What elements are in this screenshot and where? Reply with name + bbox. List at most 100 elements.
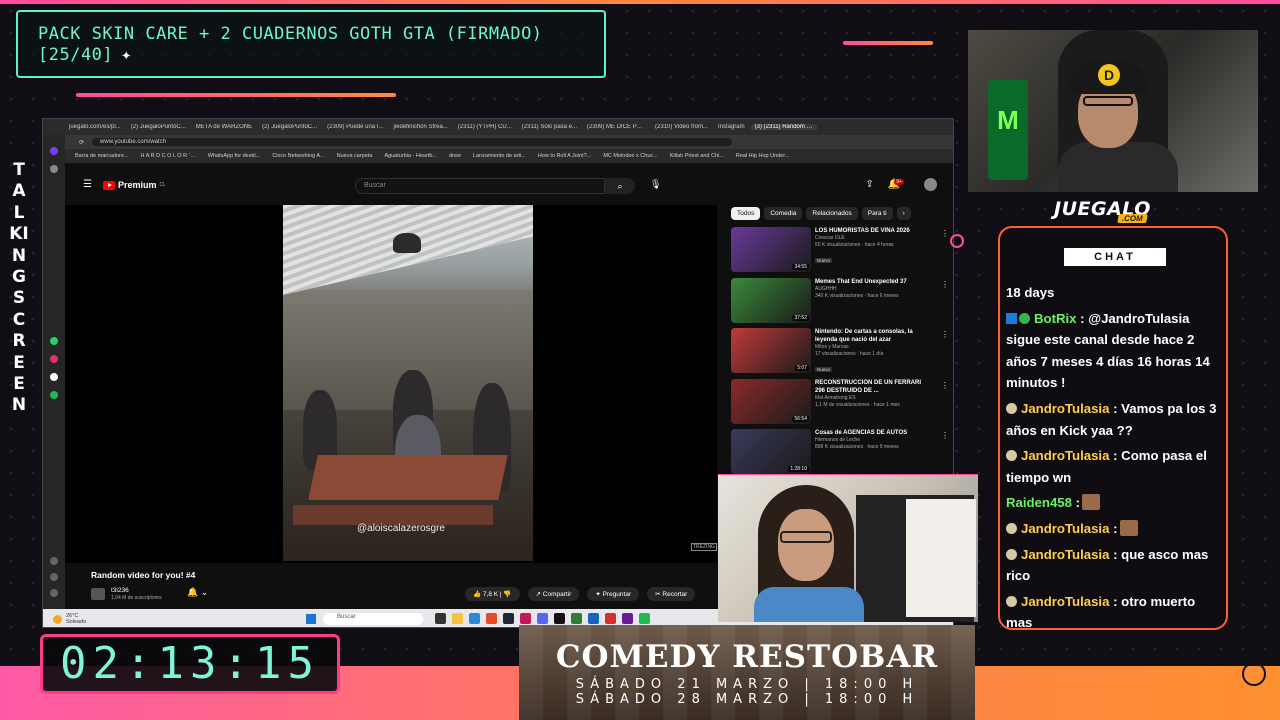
share-button[interactable]: ↗ Compartir [527, 587, 580, 601]
spotify-icon[interactable] [50, 391, 58, 399]
recommendation-title[interactable]: LOS HUMORISTAS DE VIÑA 2026 [815, 227, 925, 235]
more-options-icon[interactable]: ⋮ [941, 330, 949, 339]
search-icon[interactable]: ⌕ [605, 178, 635, 194]
chat-username[interactable]: JandroTulasia [1021, 547, 1109, 562]
windows-start-icon[interactable] [306, 614, 316, 624]
bell-icon[interactable]: 🔔 ⌄ [187, 587, 208, 598]
weather-widget[interactable]: 26°C Soleado [53, 613, 86, 625]
recommendation-title[interactable]: Nintendo: De cartas a consolas, la leyen… [815, 328, 925, 344]
recommendation-item[interactable]: 37:52 Memes That End Unexpected 37 AUGHHH 3… [731, 277, 951, 329]
address-bar[interactable]: www.youtube.com/watch [92, 138, 733, 146]
browser-tab[interactable]: (2309) Puede una I... [323, 124, 387, 130]
chat-username[interactable]: JandroTulasia [1021, 448, 1109, 463]
taskbar-search-input[interactable]: Buscar [323, 613, 423, 625]
browser-tab[interactable]: META de WARZONE [192, 124, 256, 130]
recommendation-thumbnail[interactable]: 34:55 [731, 227, 811, 272]
bookmark-item[interactable]: WhatsApp for deskt... [208, 153, 261, 159]
channel-name[interactable]: t3i236 [111, 587, 129, 594]
reload-icon[interactable]: ⟳ [79, 139, 84, 146]
browser-tab[interactable]: (2311) (YTPH) CU... [454, 124, 516, 130]
steam-icon[interactable] [503, 613, 514, 624]
bookmark-item[interactable]: Aguaturbia - Heartb... [384, 153, 437, 159]
recommendation-title[interactable]: RECONSTRUCCIÓN DE UN FERRARI 296 DESTRUI… [815, 379, 925, 395]
video-frame[interactable]: @aloiscalazerosgre [283, 205, 533, 561]
hamburger-menu-icon[interactable]: ☰ [83, 179, 92, 190]
microphone-icon[interactable]: 🎙 [650, 179, 661, 190]
discord-icon[interactable] [537, 613, 548, 624]
app-icon[interactable] [554, 613, 565, 624]
bookmark-item[interactable]: MC Melodee x Chuc... [603, 153, 657, 159]
ask-button[interactable]: ✦ Preguntar [587, 587, 640, 601]
notifications-icon[interactable]: 🔔9+ [888, 179, 910, 190]
bookmark-item[interactable]: H A R D C O L O R ' ... [141, 153, 196, 159]
edge-icon[interactable] [469, 613, 480, 624]
filter-chip[interactable]: Todos [731, 207, 761, 220]
recommendation-item[interactable]: 5:07 Nintendo: De cartas a consolas, la l… [731, 328, 951, 379]
file-explorer-icon[interactable] [452, 613, 463, 624]
more-options-icon[interactable]: ⋮ [941, 280, 949, 289]
bookmark-item[interactable]: Nueva carpeta [337, 153, 373, 159]
opera-gx-icon[interactable] [486, 613, 497, 624]
recommendation-item[interactable]: 56:54 RECONSTRUCCIÓN DE UN FERRARI 296 DE… [731, 378, 951, 430]
app-icon[interactable] [588, 613, 599, 624]
more-options-icon[interactable]: ⋮ [941, 229, 949, 238]
browser-tab[interactable]: (2309) ME DICE PR... [583, 124, 649, 130]
browser-tab[interactable]: (2) JuegaloPuntoC... [127, 124, 190, 130]
browser-tab[interactable]: juegalo.com/es/pl... [65, 124, 125, 130]
recommendation-thumbnail[interactable]: 37:52 [731, 277, 811, 323]
filter-chip[interactable]: Para ti [861, 207, 893, 220]
instagram-icon[interactable] [50, 355, 58, 363]
avatar[interactable] [924, 178, 937, 191]
bookmark-item[interactable]: How to Roll A Joint?... [538, 153, 592, 159]
recommendation-item[interactable]: 34:55 LOS HUMORISTAS DE VIÑA 2026 Crescas … [731, 227, 951, 278]
youtube-logo[interactable]: Premium CL [103, 180, 166, 190]
search-input[interactable]: Buscar [355, 178, 605, 194]
recommendation-title[interactable]: Memes That End Unexpected 37 [815, 278, 925, 286]
history-icon[interactable] [50, 573, 58, 581]
browser-tab[interactable]: (3) (2311) Random video [750, 124, 817, 130]
task-view-icon[interactable] [435, 613, 446, 624]
chat-username[interactable]: BotRix [1034, 311, 1077, 326]
clip-button[interactable]: ✂ Recortar [647, 587, 696, 601]
chat-username[interactable]: Raiden458 [1006, 495, 1072, 510]
home-icon[interactable] [50, 165, 58, 173]
chevron-right-icon[interactable]: › [896, 207, 911, 220]
browser-tab[interactable]: (2310) Video from... [651, 124, 712, 130]
recommendation-thumbnail[interactable]: 5:07 [731, 328, 811, 373]
recommendation-thumbnail[interactable]: 1:28:10 [731, 429, 811, 474]
bookmark-item[interactable]: Killah Priest and Chi... [670, 153, 724, 159]
browser-tab[interactable]: jeidefinichon Strea... [389, 124, 451, 130]
browser-tab[interactable]: (2311) Solo pasa e... [518, 124, 581, 130]
more-options-icon[interactable]: ⋮ [941, 431, 949, 440]
filter-chip[interactable]: Relacionados [806, 207, 858, 220]
bookmark-item[interactable]: Barra de marcadore... [75, 153, 129, 159]
app-icon[interactable] [622, 613, 633, 624]
app-icon[interactable] [605, 613, 616, 624]
bookmark-item[interactable]: drew [449, 153, 461, 159]
recommendation-title[interactable]: Cosas de AGENCIAS DE AUTOS [815, 429, 925, 437]
create-icon[interactable]: ⇪ [865, 179, 873, 190]
recommendation-thumbnail[interactable]: 56:54 [731, 378, 811, 424]
recommendation-item[interactable]: 1:28:10 Cosas de AGENCIAS DE AUTOS Hermano… [731, 429, 951, 480]
whatsapp-icon[interactable] [50, 337, 58, 345]
browser-tab[interactable]: (2) JuegaloPuntoC... [258, 124, 321, 130]
more-icon[interactable] [50, 589, 58, 597]
filter-chip[interactable]: Comedia [764, 207, 803, 220]
chat-username[interactable]: JandroTulasia [1021, 401, 1109, 416]
bookmark-item[interactable]: Cisco Networking A... [272, 153, 324, 159]
app-icon[interactable] [571, 613, 582, 624]
more-options-icon[interactable]: ⋮ [941, 381, 949, 390]
channel-avatar[interactable] [91, 588, 105, 600]
chat-username[interactable]: JandroTulasia [1021, 594, 1109, 609]
browser-tab[interactable]: Instagram [714, 124, 749, 130]
spotify-icon[interactable] [639, 613, 650, 624]
video-player[interactable]: @aloiscalazerosgre TREZING [65, 205, 717, 563]
bookmark-item[interactable]: Real Hip Hop Under... [736, 153, 790, 159]
chat-username[interactable]: JandroTulasia [1021, 521, 1109, 536]
like-button[interactable]: 👍 7,8 K | 👎 [465, 587, 520, 601]
heart-icon[interactable] [50, 557, 58, 565]
bookmark-item[interactable]: Lanzamiento de arti... [473, 153, 526, 159]
tiktok-icon[interactable] [50, 373, 58, 381]
opera-icon[interactable] [50, 147, 58, 155]
app-icon[interactable] [520, 613, 531, 624]
